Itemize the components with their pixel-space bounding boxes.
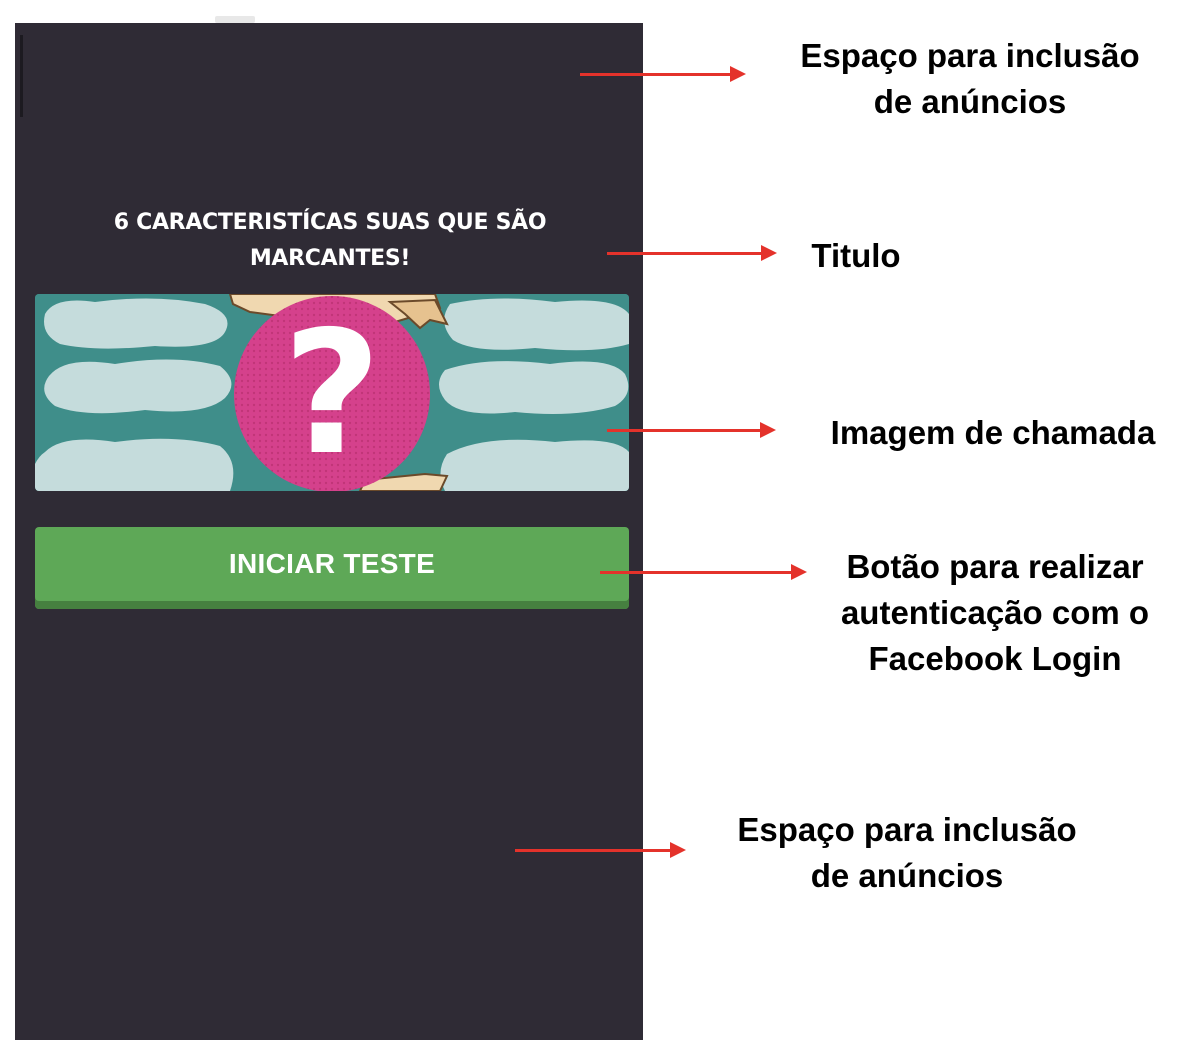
- screen-edge-mark: [20, 35, 23, 117]
- start-test-button[interactable]: INICIAR TESTE: [35, 527, 629, 609]
- arrow-start-button: [600, 564, 807, 580]
- arrow-title: [607, 245, 777, 261]
- hero-image[interactable]: ?: [35, 294, 629, 491]
- note-ad-space-bottom: Espaço para inclusão de anúncios: [705, 807, 1109, 899]
- note-ad-space-bottom-line-2: de anúncios: [810, 857, 1004, 894]
- quiz-title-line-2: MARCANTES!: [249, 246, 411, 271]
- annotated-mockup: 6 CARACTERISTÍCAS SUAS QUE SÃO MARCANTES…: [0, 0, 1184, 1046]
- note-ad-space-top-line-1: Espaço para inclusão: [800, 37, 1140, 74]
- top-speck: [215, 16, 255, 23]
- note-hero-image-line-1: Imagem de chamada: [830, 414, 1156, 451]
- note-start-button: Botão para realizar autenticação com o F…: [810, 544, 1180, 682]
- note-title: Titulo: [790, 233, 922, 279]
- hero-illustration: ?: [35, 294, 629, 491]
- quiz-title-line-1: 6 CARACTERISTÍCAS SUAS QUE SÃO: [113, 210, 547, 235]
- note-start-button-line-1: Botão para realizar: [846, 548, 1144, 585]
- note-hero-image: Imagem de chamada: [806, 410, 1180, 456]
- question-mark-icon: ?: [283, 295, 382, 491]
- note-title-line-1: Titulo: [811, 237, 901, 274]
- phone-screen: 6 CARACTERISTÍCAS SUAS QUE SÃO MARCANTES…: [15, 23, 643, 1040]
- arrow-ad-space-top: [580, 66, 746, 82]
- arrow-ad-space-bottom: [515, 842, 686, 858]
- note-ad-space-top: Espaço para inclusão de anúncios: [770, 33, 1170, 125]
- note-start-button-line-3: Facebook Login: [868, 640, 1122, 677]
- note-start-button-line-2: autenticação com o: [840, 594, 1150, 631]
- note-ad-space-bottom-line-1: Espaço para inclusão: [737, 811, 1077, 848]
- arrow-hero-image: [607, 422, 776, 438]
- quiz-title: 6 CARACTERISTÍCAS SUAS QUE SÃO MARCANTES…: [75, 205, 585, 277]
- note-ad-space-top-line-2: de anúncios: [873, 83, 1067, 120]
